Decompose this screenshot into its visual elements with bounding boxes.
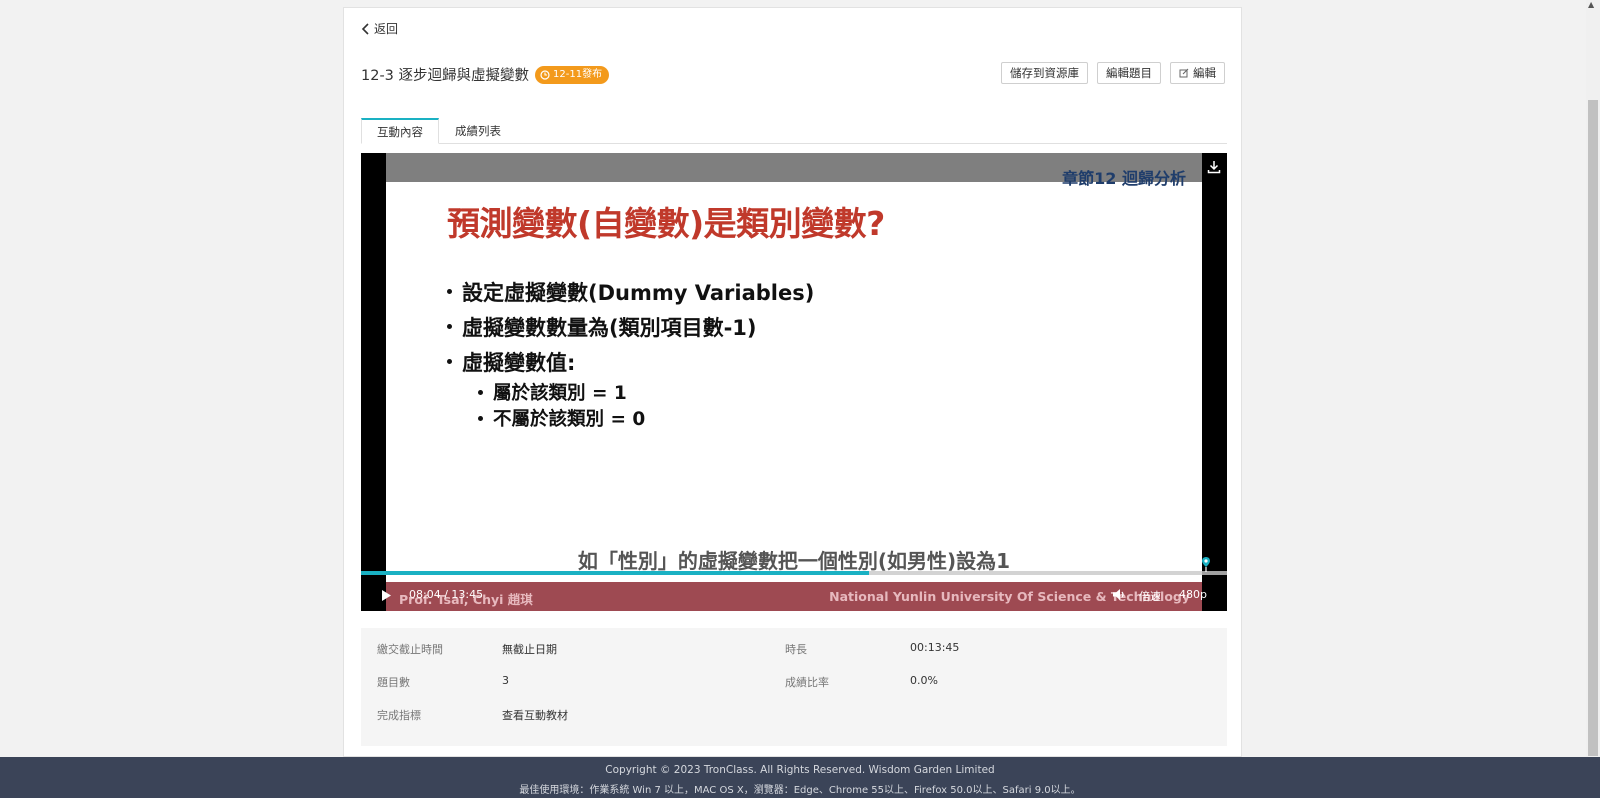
slide-bullets: 設定虛擬變數(Dummy Variables) 虛擬變數數量為(類別項目數-1)… <box>447 274 814 431</box>
video-player[interactable]: 章節12 迴歸分析 預測變數(自變數)是類別變數? 設定虛擬變數(Dummy V… <box>361 153 1227 611</box>
play-icon <box>382 590 391 601</box>
playback-speed-button[interactable]: 倍速 <box>1139 588 1161 604</box>
volume-icon <box>1113 589 1124 600</box>
save-to-library-button[interactable]: 儲存到資源庫 <box>1001 62 1088 84</box>
slide-heading: 預測變數(自變數)是類別變數? <box>447 204 885 243</box>
bullet-dot-icon <box>447 359 452 364</box>
back-label: 返回 <box>374 22 399 36</box>
clock-icon <box>540 69 550 80</box>
info-row: 題目數 3 成績比率 0.0% <box>361 674 1227 694</box>
scrollbar-thumb[interactable] <box>1588 100 1598 756</box>
slide-bullet: 虛擬變數數量為(類別項目數-1) <box>447 309 814 344</box>
slide-chapter: 章節12 迴歸分析 <box>1062 169 1186 188</box>
info-row: 繳交截止時間 無截止日期 時長 00:13:45 <box>361 641 1227 661</box>
slide-bullet-text: 虛擬變數數量為(類別項目數-1) <box>462 315 757 340</box>
bullet-dot-icon <box>478 389 483 395</box>
edit-button-label: 編輯 <box>1193 66 1216 80</box>
score-ratio-label: 成績比率 <box>785 676 829 689</box>
video-controls: 08:04 / 13:45 倍速 480p <box>361 577 1227 611</box>
tab-bar: 互動內容 成績列表 <box>361 108 1227 144</box>
chevron-left-icon <box>361 22 369 35</box>
download-button[interactable] <box>1207 159 1221 178</box>
bullet-dot-icon <box>478 415 483 421</box>
bullet-dot-icon <box>447 289 452 294</box>
slide-header-bar: 章節12 迴歸分析 <box>386 153 1202 188</box>
completion-label: 完成指標 <box>377 709 421 722</box>
publish-badge: 12-11發布 <box>535 65 610 84</box>
slide-sub-bullet: 屬於該類別 = 1 <box>447 379 814 405</box>
deadline-label: 繳交截止時間 <box>377 643 443 656</box>
slide-bullet: 虛擬變數值: <box>447 344 814 379</box>
title-row: 12-3 逐步迴歸與虛擬變數 12-11發布 <box>361 64 610 85</box>
slide-bullet: 設定虛擬變數(Dummy Variables) <box>447 274 814 309</box>
video-subtitle: 如「性別」的虛擬變數把一個性別(如男性)設為1 <box>577 549 1011 573</box>
info-row: 完成指標 查看互動教材 <box>361 707 1227 727</box>
footer-environment: 最佳使用環境：作業系統 Win 7 以上，MAC OS X，瀏覽器：Edge、C… <box>519 785 1081 796</box>
edit-questions-button[interactable]: 編輯題目 <box>1097 62 1161 84</box>
play-button[interactable] <box>381 587 392 606</box>
slide-bullet-text: 虛擬變數值: <box>462 350 576 375</box>
page-footer: Copyright © 2023 TronClass. All Rights R… <box>0 757 1600 798</box>
quality-button[interactable]: 480p <box>1179 588 1207 601</box>
tab-score-list[interactable]: 成績列表 <box>439 118 517 144</box>
duration-label: 時長 <box>785 643 807 656</box>
slide-bullet-text: 設定虛擬變數(Dummy Variables) <box>462 280 815 305</box>
question-marker[interactable] <box>1201 556 1211 576</box>
bullet-dot-icon <box>447 324 452 329</box>
slide-sub-bullet: 不屬於該類別 = 0 <box>447 405 814 431</box>
page-title: 12-3 逐步迴歸與虛擬變數 <box>361 68 530 84</box>
video-slide: 章節12 迴歸分析 預測變數(自變數)是類別變數? 設定虛擬變數(Dummy V… <box>386 153 1202 611</box>
deadline-value: 無截止日期 <box>502 643 557 656</box>
video-progress-fill <box>361 571 870 575</box>
score-ratio-value: 0.0% <box>910 674 938 687</box>
footer-copyright: Copyright © 2023 TronClass. All Rights R… <box>605 764 995 776</box>
video-time: 08:04 / 13:45 <box>409 588 484 601</box>
scroll-up-icon[interactable]: ▲ <box>1588 0 1594 9</box>
edit-icon <box>1179 68 1189 78</box>
publish-badge-label: 12-11發布 <box>553 68 603 80</box>
slide-sub-bullet-text: 屬於該類別 = 1 <box>493 383 627 404</box>
location-pin-icon <box>1202 557 1210 572</box>
page-scrollbar[interactable]: ▲ <box>1586 0 1600 757</box>
action-buttons: 儲存到資源庫 編輯題目 編輯 <box>1001 62 1225 84</box>
question-count-label: 題目數 <box>377 676 410 689</box>
edit-button[interactable]: 編輯 <box>1170 62 1225 84</box>
back-link[interactable]: 返回 <box>361 20 398 37</box>
video-progress-bar[interactable] <box>361 571 1227 575</box>
tab-interactive-content[interactable]: 互動內容 <box>361 118 439 144</box>
activity-card: 返回 12-3 逐步迴歸與虛擬變數 12-11發布 儲存到資源庫 編輯題目 編輯… <box>343 7 1242 757</box>
slide-sub-bullet-text: 不屬於該類別 = 0 <box>493 409 646 430</box>
duration-value: 00:13:45 <box>910 641 960 654</box>
download-icon <box>1207 161 1221 174</box>
volume-button[interactable] <box>1112 586 1126 605</box>
completion-value: 查看互動教材 <box>502 709 568 722</box>
question-count-value: 3 <box>502 674 509 687</box>
activity-info-panel: 繳交截止時間 無截止日期 時長 00:13:45 題目數 3 成績比率 0.0%… <box>361 628 1227 746</box>
